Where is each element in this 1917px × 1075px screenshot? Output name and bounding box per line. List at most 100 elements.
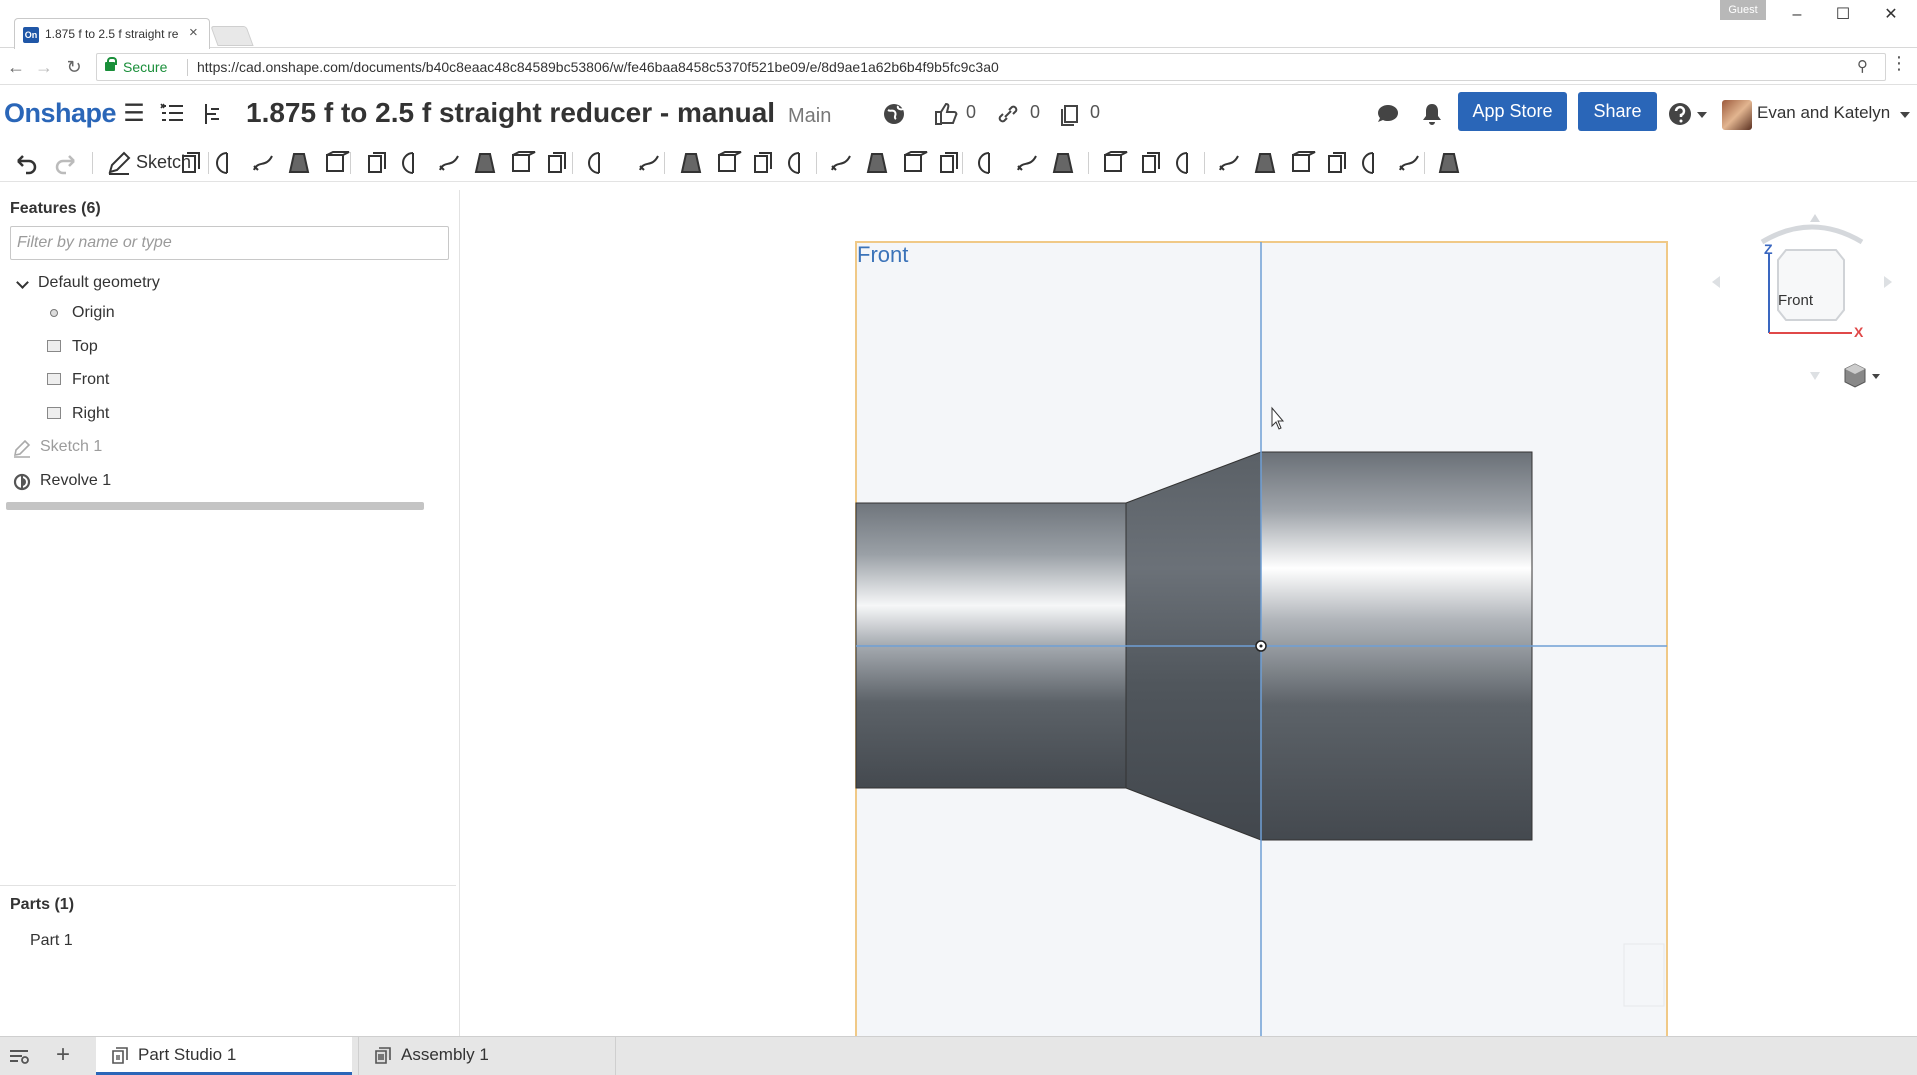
document-title[interactable]: 1.875 f to 2.5 f straight reducer - manu…	[246, 97, 775, 129]
offset-surface-icon[interactable]	[974, 148, 1004, 178]
tree-item-default-geometry[interactable]: Default geometry	[0, 270, 440, 300]
back-icon[interactable]: ←	[4, 55, 28, 79]
tab-assembly-1[interactable]: Assembly 1	[358, 1037, 616, 1075]
instances-icon[interactable]	[198, 100, 226, 128]
modify-fillet-icon[interactable]	[826, 148, 856, 178]
rib-icon[interactable]	[470, 148, 500, 178]
rotate-left-icon[interactable]	[1712, 276, 1720, 288]
hamburger-menu-icon[interactable]: ☰	[120, 100, 148, 128]
forward-icon[interactable]: →	[32, 55, 56, 79]
revolve-feature-icon	[12, 472, 32, 492]
app-store-button[interactable]: App Store	[1458, 92, 1567, 131]
like-icon[interactable]	[932, 100, 960, 128]
copy-icon[interactable]	[1056, 100, 1084, 128]
bottom-tab-bar: + Part Studio 1 Assembly 1	[0, 1036, 1917, 1075]
boolean-icon[interactable]	[676, 148, 706, 178]
window-close-icon[interactable]: ✕	[1876, 4, 1906, 26]
globe-icon[interactable]	[880, 100, 908, 128]
delete-face-icon[interactable]	[862, 148, 892, 178]
share-button[interactable]: Share	[1578, 92, 1657, 131]
guest-badge[interactable]: Guest	[1720, 0, 1766, 20]
add-custom-feature-icon[interactable]	[1434, 148, 1464, 178]
link-icon[interactable]	[994, 100, 1022, 128]
horizontal-scrollbar[interactable]	[6, 502, 424, 510]
rotate-arc-icon[interactable]	[1760, 224, 1864, 245]
tree-item-right[interactable]: Right	[0, 401, 440, 431]
user-menu-chevron-icon[interactable]	[1900, 112, 1910, 118]
zoom-icon[interactable]: ⚲	[1857, 57, 1868, 75]
revolve-icon[interactable]	[212, 148, 242, 178]
avatar[interactable]	[1722, 100, 1752, 130]
comments-icon[interactable]	[1374, 100, 1402, 128]
notifications-icon[interactable]	[1418, 100, 1446, 128]
mate-connector-icon[interactable]	[1098, 148, 1128, 178]
url-field[interactable]: Secure https://cad.onshape.com/documents…	[96, 53, 1886, 81]
plane-icon	[47, 407, 61, 419]
replace-face-icon[interactable]	[934, 148, 964, 178]
bend-icon[interactable]	[1322, 148, 1352, 178]
graphics-viewport[interactable]: Front Z X Front	[462, 182, 1917, 1036]
rotate-up-icon[interactable]	[1810, 214, 1820, 222]
assembly-icon	[375, 1047, 391, 1064]
x-axis-label: X	[1854, 324, 1864, 340]
extrude-icon[interactable]	[176, 148, 206, 178]
maximize-icon[interactable]: ☐	[1828, 4, 1858, 26]
finish-sheet-metal-icon[interactable]	[1394, 148, 1424, 178]
add-tab-icon[interactable]: +	[56, 1041, 70, 1069]
thicken-icon[interactable]	[320, 148, 350, 178]
hole-icon[interactable]	[542, 148, 572, 178]
menu-dots-icon[interactable]: ⋮	[1890, 53, 1908, 74]
help-icon[interactable]	[1666, 100, 1694, 128]
address-bar: ← → ↻ Secure https://cad.onshape.com/doc…	[0, 49, 1917, 85]
fillet-icon[interactable]	[362, 148, 392, 178]
tree-item-front[interactable]: Front	[0, 367, 440, 397]
measure-icon[interactable]	[1136, 148, 1166, 178]
branch-label[interactable]: Main	[788, 105, 831, 128]
chevron-down-icon[interactable]	[16, 276, 29, 289]
mirror-icon[interactable]	[634, 148, 664, 178]
url-text[interactable]: https://cad.onshape.com/documents/b40c8e…	[197, 59, 999, 75]
tab-icon[interactable]	[1286, 148, 1316, 178]
loft-icon[interactable]	[284, 148, 314, 178]
tree-item-revolve-1[interactable]: Revolve 1	[0, 468, 440, 498]
feature-list-icon[interactable]	[158, 100, 186, 128]
minimize-icon[interactable]: –	[1782, 4, 1812, 26]
sheet-metal-icon[interactable]	[1214, 148, 1244, 178]
transform-icon[interactable]	[748, 148, 778, 178]
part-studio-icon	[112, 1047, 128, 1064]
shell-icon[interactable]	[506, 148, 536, 178]
tab-part-studio-1[interactable]: Part Studio 1	[96, 1037, 352, 1075]
chamfer-icon[interactable]	[398, 148, 428, 178]
browser-tab-active[interactable]: On 1.875 f to 2.5 f straight re ×	[14, 18, 210, 49]
toolbar-divider	[962, 152, 963, 174]
linear-pattern-icon[interactable]	[584, 148, 614, 178]
user-name[interactable]: Evan and Katelyn	[1757, 103, 1890, 123]
cube-front-face[interactable]	[1777, 249, 1845, 321]
tab-manager-icon[interactable]	[8, 1046, 30, 1066]
draft-icon[interactable]	[434, 148, 464, 178]
view-options-cube-icon[interactable]	[1844, 363, 1880, 388]
help-dropdown-chevron-icon[interactable]	[1697, 112, 1707, 118]
rotate-right-icon[interactable]	[1884, 276, 1892, 288]
tab-close-icon[interactable]: ×	[189, 24, 198, 41]
move-face-icon[interactable]	[898, 148, 928, 178]
new-tab-button[interactable]	[210, 26, 254, 46]
helix-icon[interactable]	[1048, 148, 1078, 178]
corner-icon[interactable]	[1358, 148, 1388, 178]
tree-item-origin[interactable]: Origin	[0, 300, 440, 330]
split-icon[interactable]	[712, 148, 742, 178]
plane-icon[interactable]	[1012, 148, 1042, 178]
view-cube-face-label: Front	[1778, 292, 1814, 309]
sweep-icon[interactable]	[248, 148, 278, 178]
tree-item-top[interactable]: Top	[0, 334, 440, 364]
tree-item-sketch-1[interactable]: Sketch 1	[0, 434, 440, 464]
reload-icon[interactable]: ↻	[62, 55, 86, 79]
variable-icon[interactable]	[1172, 148, 1202, 178]
onshape-logo[interactable]: Onshape	[4, 98, 117, 129]
panel-divider	[0, 885, 456, 886]
delete-part-icon[interactable]	[784, 148, 814, 178]
part-list-item[interactable]: Part 1	[30, 932, 73, 950]
feature-filter-input[interactable]	[10, 226, 449, 260]
flange-icon[interactable]	[1250, 148, 1280, 178]
rotate-down-icon[interactable]	[1810, 372, 1820, 380]
